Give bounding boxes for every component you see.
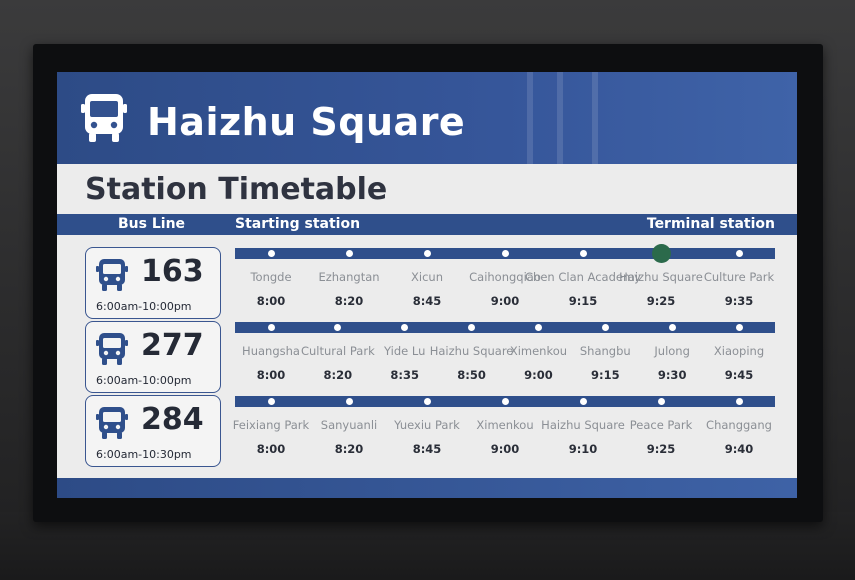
stop-marker [735, 250, 743, 257]
route-track-284 [235, 396, 775, 407]
stop-marker [468, 324, 476, 331]
stop-marker [267, 398, 275, 405]
stop-name: Feixiang Park [232, 418, 310, 432]
stop-time: 8:20 [323, 368, 353, 382]
stop-time: 8:00 [256, 368, 286, 382]
route-number: 284 [141, 402, 204, 437]
bus-icon [96, 259, 128, 291]
timetable-screen: Haizhu Square Station Timetable Bus Line… [57, 72, 797, 498]
route-number: 163 [141, 254, 204, 289]
stop-name: Julong [654, 344, 690, 358]
stop-time: 9:00 [490, 442, 520, 456]
stop-name: Ximenkou [509, 344, 568, 358]
stop-name: Culture Park [703, 270, 775, 284]
route-hours: 6:00am-10:00pm [96, 300, 192, 313]
route-hours: 6:00am-10:00pm [96, 374, 192, 387]
stop-marker [267, 250, 275, 257]
stop-name: Changgang [706, 418, 772, 432]
routes-list: 163 6:00am-10:00pm Tongde 8:00 Ezhangtan 8:20… [57, 72, 797, 498]
stop-marker [657, 398, 665, 405]
stop-marker [334, 324, 342, 331]
stop-name: Peace Park [629, 418, 693, 432]
stop-marker [423, 398, 431, 405]
stop-time: 8:20 [334, 442, 364, 456]
stop-name: Shangbu [579, 344, 631, 358]
route-card-277: 277 6:00am-10:00pm [85, 321, 221, 393]
stop-marker [579, 250, 587, 257]
stop-marker [534, 324, 542, 331]
bus-icon [96, 407, 128, 439]
stop-time: 9:45 [724, 368, 754, 382]
route-number: 277 [141, 328, 204, 363]
stop-marker [345, 398, 353, 405]
stop-marker [735, 324, 743, 331]
route-track-277 [235, 322, 775, 333]
stop-time: 8:45 [412, 294, 442, 308]
stop-name: Haizhu Square [541, 418, 625, 432]
stop-marker [267, 324, 275, 331]
current-stop-marker [651, 244, 671, 263]
stop-name: Yide Lu [384, 344, 426, 358]
stop-time: 8:50 [457, 368, 486, 382]
stop-time: 9:10 [568, 442, 598, 456]
stop-time: 8:45 [412, 442, 442, 456]
stop-marker [501, 250, 509, 257]
stop-marker [423, 250, 431, 257]
stop-time: 8:00 [256, 294, 286, 308]
stop-time: 9:30 [657, 368, 687, 382]
stop-name: Haizhu Square [429, 344, 514, 358]
route-card-284: 284 6:00am-10:30pm [85, 395, 221, 467]
stop-time: 9:15 [568, 294, 598, 308]
stop-time: 8:00 [256, 442, 286, 456]
stop-marker [401, 324, 409, 331]
stop-name: Ximenkou [476, 418, 534, 432]
bus-icon [96, 333, 128, 365]
stop-name: Haizhu Square [619, 270, 703, 284]
stop-time: 8:20 [334, 294, 364, 308]
route-card-163: 163 6:00am-10:00pm [85, 247, 221, 319]
stop-marker [735, 398, 743, 405]
display-shelf [0, 512, 855, 580]
stop-marker [345, 250, 353, 257]
stop-time: 9:00 [524, 368, 553, 382]
stop-name: Xicun [411, 270, 443, 284]
stop-name: Huangsha [242, 344, 300, 358]
stop-marker [501, 398, 509, 405]
stop-name: Ezhangtan [318, 270, 380, 284]
stop-time: 8:35 [390, 368, 420, 382]
stop-name: Sanyuanli [320, 418, 378, 432]
stop-marker [579, 398, 587, 405]
stop-time: 9:15 [590, 368, 620, 382]
stop-time: 9:25 [646, 294, 676, 308]
stop-marker [601, 324, 609, 331]
route-track-163 [235, 244, 775, 263]
stop-name: Tongde [250, 270, 292, 284]
stop-time: 9:25 [646, 442, 676, 456]
stop-marker [668, 324, 676, 331]
screen-footer-bar [57, 478, 797, 498]
route-hours: 6:00am-10:30pm [96, 448, 192, 461]
stop-name: Cultural Park [300, 344, 375, 358]
stop-name: Yuexiu Park [394, 418, 460, 432]
stop-time: 9:40 [724, 442, 754, 456]
stop-time: 9:00 [490, 294, 520, 308]
stop-time: 9:35 [724, 294, 754, 308]
stop-name: Xiaoping [713, 344, 765, 358]
